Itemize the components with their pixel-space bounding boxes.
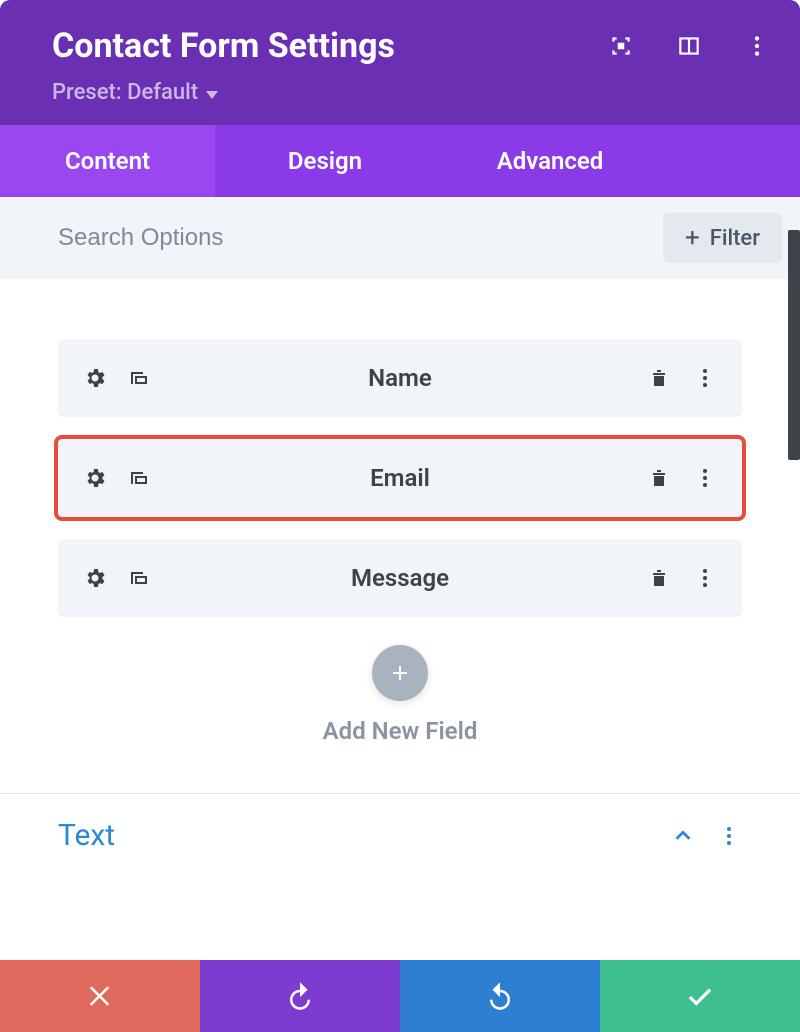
redo-button[interactable] xyxy=(400,960,600,1032)
more-vert-icon[interactable] xyxy=(692,565,718,591)
section-text-label: Text xyxy=(58,818,115,853)
search-bar: + Filter xyxy=(0,197,800,279)
field-label: Email xyxy=(58,464,742,492)
tab-design[interactable]: Design xyxy=(215,125,435,197)
more-vert-icon[interactable] xyxy=(692,365,718,391)
preset-dropdown[interactable]: Preset: Default xyxy=(52,80,770,105)
add-field-button[interactable] xyxy=(372,645,428,701)
tab-bar: Content Design Advanced xyxy=(0,125,800,197)
save-button[interactable] xyxy=(600,960,800,1032)
search-input[interactable] xyxy=(58,224,663,252)
filter-button[interactable]: + Filter xyxy=(663,213,782,263)
field-label: Message xyxy=(58,564,742,592)
gear-icon[interactable] xyxy=(82,565,108,591)
chevron-up-icon[interactable] xyxy=(672,825,694,847)
field-row-name[interactable]: Name xyxy=(58,339,742,417)
field-label: Name xyxy=(58,364,742,392)
section-text-header[interactable]: Text xyxy=(58,794,742,853)
trash-icon[interactable] xyxy=(646,565,672,591)
filter-label: Filter xyxy=(710,226,760,251)
cancel-button[interactable] xyxy=(0,960,200,1032)
field-row-message[interactable]: Message xyxy=(58,539,742,617)
plus-icon: + xyxy=(685,225,700,251)
preset-label: Preset: Default xyxy=(52,80,198,105)
panel-title: Contact Form Settings xyxy=(52,26,395,66)
scrollbar-thumb[interactable] xyxy=(788,230,800,460)
more-vert-icon[interactable] xyxy=(744,33,770,59)
more-vert-icon[interactable] xyxy=(716,823,742,849)
gear-icon[interactable] xyxy=(82,465,108,491)
trash-icon[interactable] xyxy=(646,465,672,491)
footer-actions xyxy=(0,960,800,1032)
more-vert-icon[interactable] xyxy=(692,465,718,491)
panel-header: Contact Form Settings Preset: Default xyxy=(0,0,800,125)
add-field-label: Add New Field xyxy=(58,717,742,745)
content-area: Name Email xyxy=(0,279,800,1032)
caret-down-icon xyxy=(206,91,218,99)
duplicate-icon[interactable] xyxy=(126,465,152,491)
tab-content[interactable]: Content xyxy=(0,125,215,197)
duplicate-icon[interactable] xyxy=(126,365,152,391)
field-row-email[interactable]: Email xyxy=(58,439,742,517)
undo-button[interactable] xyxy=(200,960,400,1032)
trash-icon[interactable] xyxy=(646,365,672,391)
tab-advanced[interactable]: Advanced xyxy=(435,125,665,197)
split-view-icon[interactable] xyxy=(676,33,702,59)
gear-icon[interactable] xyxy=(82,365,108,391)
responsive-view-icon[interactable] xyxy=(608,33,634,59)
duplicate-icon[interactable] xyxy=(126,565,152,591)
